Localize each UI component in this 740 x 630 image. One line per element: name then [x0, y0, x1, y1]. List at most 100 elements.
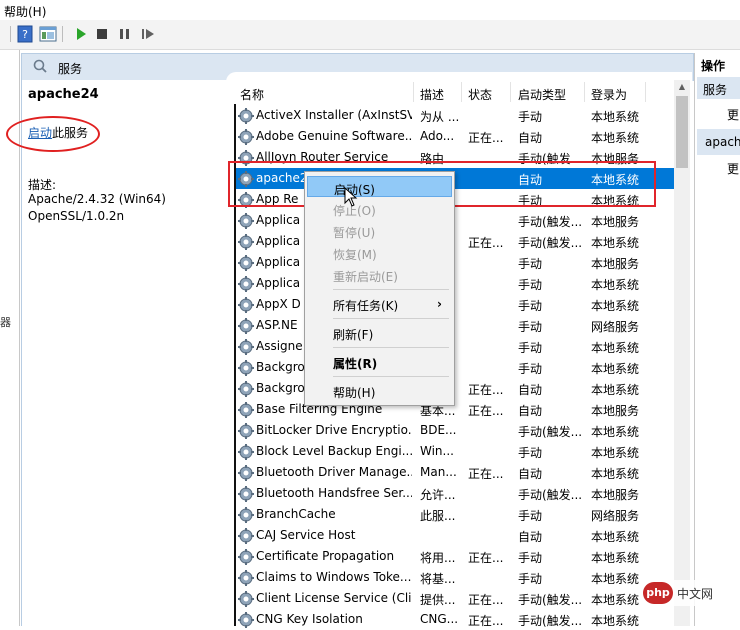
service-logon-as: 本地系统 [591, 551, 640, 565]
service-startup-type: 手动(触发... [518, 593, 583, 607]
table-row[interactable]: Claims to Windows Toke... 将基... 手动 本地系统 [234, 567, 674, 588]
service-description: 允许... [420, 488, 456, 502]
service-logon-as: 本地系统 [591, 278, 640, 292]
table-row[interactable]: Bluetooth Driver Manage... Man... 正在... 自动 本… [234, 462, 674, 483]
column-divider[interactable] [461, 82, 462, 102]
show-hide-pane-icon[interactable] [39, 25, 57, 43]
actions-group-services-label: 服务 [703, 83, 728, 97]
service-logon-as: 网络服务 [591, 320, 640, 334]
mouse-cursor-icon [344, 187, 358, 207]
service-name: Block Level Backup Engi... [256, 444, 412, 458]
service-logon-as: 本地系统 [591, 110, 640, 124]
service-name: Client License Service (Cli... [256, 591, 412, 605]
service-logon-as: 本地系统 [591, 530, 640, 544]
service-startup-type: 手动(触发... [518, 488, 583, 502]
toolbar-separator [62, 26, 63, 42]
scrollbar-thumb[interactable] [676, 96, 688, 168]
service-description: Ado... [420, 129, 455, 143]
service-logon-as: 本地服务 [591, 215, 640, 229]
menu-item-pause[interactable]: 暂停(U) [307, 220, 452, 241]
menu-item-refresh[interactable]: 刷新(F) [307, 322, 452, 343]
service-logon-as: 本地系统 [591, 341, 640, 355]
column-header-row: 名称 描述 状态 启动类型 登录为 [232, 80, 674, 104]
play-icon[interactable] [72, 25, 90, 43]
table-row[interactable]: ActiveX Installer (AxInstSV) 为从 ... 手动 本地系统 [234, 105, 674, 126]
column-divider[interactable] [510, 82, 511, 102]
menu-item-stop[interactable]: 停止(O) [307, 198, 452, 219]
column-header-logon-as[interactable]: 登录为 [591, 86, 627, 103]
actions-group-selected[interactable]: apach [697, 129, 740, 155]
service-name: BranchCache [256, 507, 336, 521]
help-book-icon[interactable]: ? [16, 25, 34, 43]
selected-service-title: apache24 [28, 87, 99, 102]
service-name: ActiveX Installer (AxInstSV) [256, 108, 412, 122]
table-row[interactable]: Adobe Genuine Software... Ado... 正在... 自动 本地… [234, 126, 674, 147]
service-gear-icon [238, 360, 254, 376]
vertical-scrollbar[interactable]: ▲ [674, 80, 690, 626]
service-startup-type: 手动(触发... [518, 236, 583, 250]
actions-group-services[interactable]: 服务 [697, 77, 740, 99]
service-startup-type: 手动 [518, 446, 543, 460]
watermark-text: 中文网 [677, 587, 714, 601]
column-divider[interactable] [413, 82, 414, 102]
restart-icon[interactable] [139, 25, 157, 43]
start-service-link[interactable]: 启动 [28, 126, 52, 140]
actions-more-item[interactable]: 更 [727, 106, 739, 123]
toolbar: ? [0, 20, 740, 50]
php-logo: php [643, 582, 673, 604]
service-description: BDE... [420, 423, 457, 437]
column-header-status[interactable]: 状态 [468, 86, 492, 103]
table-row[interactable]: Bluetooth Handsfree Ser... 允许... 手动(触发... 本… [234, 483, 674, 504]
service-name: Certificate Propagation [256, 549, 395, 563]
column-header-name[interactable]: 名称 [240, 86, 264, 103]
scroll-up-arrow-icon[interactable]: ▲ [674, 82, 690, 94]
service-logon-as: 本地服务 [591, 488, 640, 502]
table-row[interactable]: Certificate Propagation 将用... 正在... 手动 本地系统 [234, 546, 674, 567]
table-row[interactable]: CNG Key Isolation CNG... 正在... 手动(触发... 本地系统 [234, 609, 674, 630]
service-startup-type: 手动 [518, 257, 543, 271]
column-divider[interactable] [645, 82, 646, 102]
service-gear-icon [238, 213, 254, 229]
column-header-startup-type[interactable]: 启动类型 [518, 86, 566, 103]
start-service-link-wrap: 启动此服务 [28, 124, 88, 141]
actions-title: 操作 [701, 59, 726, 73]
menu-item-help[interactable]: 帮助(H) [307, 380, 452, 401]
menu-item-start[interactable]: 启动(S) [307, 176, 452, 197]
service-description: Win... [420, 444, 454, 458]
column-header-description[interactable]: 描述 [420, 86, 444, 103]
description-text-line1: Apache/2.4.32 (Win64) [28, 192, 166, 206]
service-gear-icon [238, 549, 254, 565]
service-logon-as: 本地系统 [591, 425, 640, 439]
pause-icon[interactable] [116, 25, 134, 43]
service-gear-icon [238, 528, 254, 544]
column-divider[interactable] [584, 82, 585, 102]
svg-text:?: ? [22, 28, 28, 41]
menu-item-resume[interactable]: 恢复(M) [307, 242, 452, 263]
menu-item-properties[interactable]: 属性(R) [307, 351, 452, 372]
stop-icon[interactable] [93, 25, 111, 43]
menu-item-all-tasks[interactable]: 所有任务(K) › [307, 293, 452, 314]
service-description-panel: apache24 启动此服务 描述: Apache/2.4.32 (Win64)… [6, 80, 227, 626]
service-description: 提供... [420, 593, 456, 607]
actions-more-item[interactable]: 更 [727, 160, 739, 177]
service-description: CNG... [420, 612, 459, 626]
menu-item-restart[interactable]: 重新启动(E) [307, 264, 452, 285]
service-status: 正在... [468, 404, 504, 418]
table-row[interactable]: CAJ Service Host 自动 本地系统 [234, 525, 674, 546]
service-description: Man... [420, 465, 457, 479]
service-status: 正在... [468, 236, 504, 250]
service-startup-type: 手动 [518, 110, 543, 124]
service-status: 正在... [468, 551, 504, 565]
service-name: CAJ Service Host [256, 528, 356, 542]
submenu-arrow-icon: › [437, 297, 442, 311]
watermark: php 中文网 [641, 580, 737, 606]
table-row[interactable]: BranchCache 此服... 手动 网络服务 [234, 504, 674, 525]
table-row[interactable]: Block Level Backup Engi... Win... 手动 本地系统 [234, 441, 674, 462]
menu-help[interactable]: 帮助(H) [4, 3, 46, 20]
service-startup-type: 自动 [518, 530, 543, 544]
service-startup-type: 手动 [518, 572, 543, 586]
table-row[interactable]: Client License Service (Cli... 提供... 正在...… [234, 588, 674, 609]
service-gear-icon [238, 297, 254, 313]
service-startup-type: 手动(触发... [518, 215, 583, 229]
table-row[interactable]: BitLocker Drive Encryptio... BDE... 手动(触发.… [234, 420, 674, 441]
